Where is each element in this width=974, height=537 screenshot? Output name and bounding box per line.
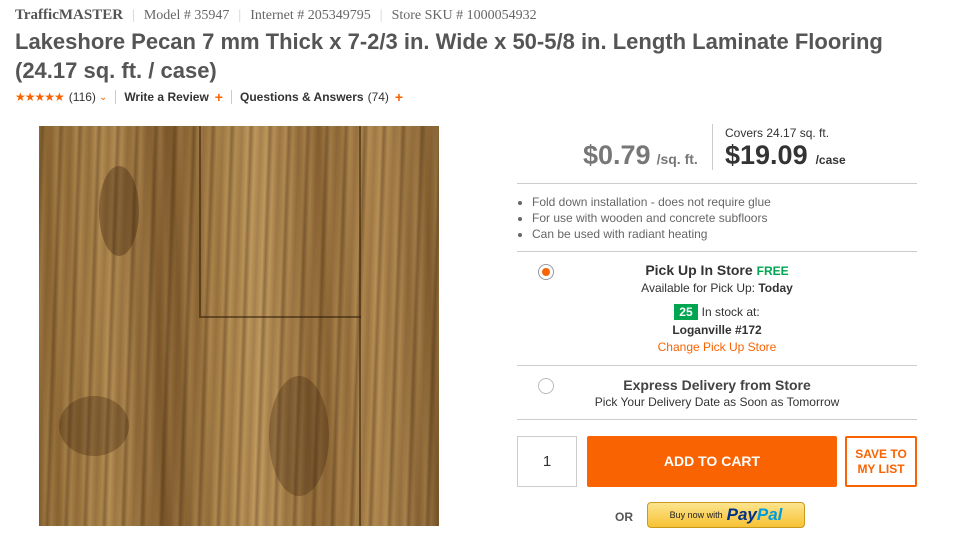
paypal-logo-pal: Pal xyxy=(756,505,783,524)
paypal-button[interactable]: Buy now with Pay Pal xyxy=(647,502,805,528)
stock-count-badge: 25 xyxy=(674,304,698,320)
express-option[interactable]: Express Delivery from Store Pick Your De… xyxy=(590,377,844,409)
questions-answers-link[interactable]: Questions & Answers xyxy=(240,90,364,104)
express-title: Express Delivery from Store xyxy=(623,377,811,393)
availability-label: Available for Pick Up: xyxy=(641,281,756,295)
save-label-line1: SAVE TO xyxy=(855,447,907,461)
coverage-text: Covers 24.17 sq. ft. xyxy=(725,126,830,140)
quantity-input[interactable]: 1 xyxy=(517,436,577,487)
paypal-buy-text: Buy now with xyxy=(669,510,723,520)
plank-seam xyxy=(199,316,361,318)
pickup-option[interactable]: Pick Up In Store FREE Available for Pick … xyxy=(590,262,844,354)
rating-stars-icon[interactable]: ★★★★★ xyxy=(15,90,65,104)
plus-icon[interactable]: + xyxy=(395,89,403,105)
plank-seam xyxy=(359,126,361,526)
brand-name[interactable]: TrafficMASTER xyxy=(15,7,123,23)
write-review-link[interactable]: Write a Review xyxy=(124,90,208,104)
feature-item: Fold down installation - does not requir… xyxy=(532,194,771,210)
case-price-value: $19.09 xyxy=(725,140,808,170)
product-image[interactable] xyxy=(39,126,439,526)
or-separator: OR xyxy=(615,510,633,524)
wood-grain xyxy=(99,166,139,256)
case-price: $19.09/case xyxy=(725,140,846,171)
pickup-radio[interactable] xyxy=(538,264,554,280)
wood-grain xyxy=(269,376,329,496)
wood-grain xyxy=(59,396,129,456)
pickup-title: Pick Up In Store xyxy=(645,262,753,278)
add-to-cart-button[interactable]: ADD TO CART xyxy=(587,436,837,487)
divider xyxy=(517,419,917,420)
express-subtitle: Pick Your Delivery Date as Soon as Tomor… xyxy=(594,395,840,409)
stock-label: In stock at: xyxy=(701,305,760,319)
unit-price: $0.79/sq. ft. xyxy=(583,140,698,171)
pickup-availability: Available for Pick Up: Today xyxy=(590,281,844,295)
unit-price-value: $0.79 xyxy=(583,140,651,170)
divider: | xyxy=(132,8,135,23)
save-to-list-button[interactable]: SAVE TO MY LIST xyxy=(845,436,917,487)
divider: | xyxy=(379,8,383,23)
express-radio[interactable] xyxy=(538,378,554,394)
stock-info: 25 In stock at: xyxy=(590,304,844,320)
divider xyxy=(517,183,917,184)
price-block: $0.79/sq. ft. Covers 24.17 sq. ft. $19.0… xyxy=(517,124,917,184)
product-meta: TrafficMASTER | Model # 35947 | Internet # 2… xyxy=(15,7,537,24)
divider xyxy=(517,251,917,252)
review-count[interactable]: (116) xyxy=(69,90,96,104)
divider: | xyxy=(238,8,242,23)
divider xyxy=(712,124,713,170)
model-number: Model # 35947 xyxy=(143,8,230,23)
plus-icon[interactable]: + xyxy=(215,89,223,105)
save-label-line2: MY LIST xyxy=(857,462,905,476)
qa-count[interactable]: (74) xyxy=(368,90,389,104)
feature-item: For use with wooden and concrete subfloo… xyxy=(532,210,771,226)
paypal-logo-pay: Pay xyxy=(726,505,757,524)
free-badge: FREE xyxy=(756,264,789,278)
case-price-label: /case xyxy=(815,153,846,167)
unit-price-label: /sq. ft. xyxy=(656,151,698,167)
divider xyxy=(517,365,917,366)
internet-number: Internet # 205349795 xyxy=(250,8,371,23)
divider xyxy=(115,90,117,104)
feature-list: Fold down installation - does not requir… xyxy=(517,194,771,242)
plank-seam xyxy=(199,126,201,316)
product-title: Lakeshore Pecan 7 mm Thick x 7-2/3 in. W… xyxy=(15,29,883,83)
availability-value: Today xyxy=(758,281,793,295)
divider xyxy=(230,90,232,104)
reviews-bar: ★★★★★ (116) ⌄ Write a Review + Questions… xyxy=(15,89,403,105)
feature-item: Can be used with radiant heating xyxy=(532,226,771,242)
store-sku: Store SKU # 1000054932 xyxy=(391,8,537,23)
chevron-down-icon[interactable]: ⌄ xyxy=(99,92,107,103)
store-name: Loganville #172 xyxy=(672,323,762,337)
change-store-link[interactable]: Change Pick Up Store xyxy=(590,340,844,354)
